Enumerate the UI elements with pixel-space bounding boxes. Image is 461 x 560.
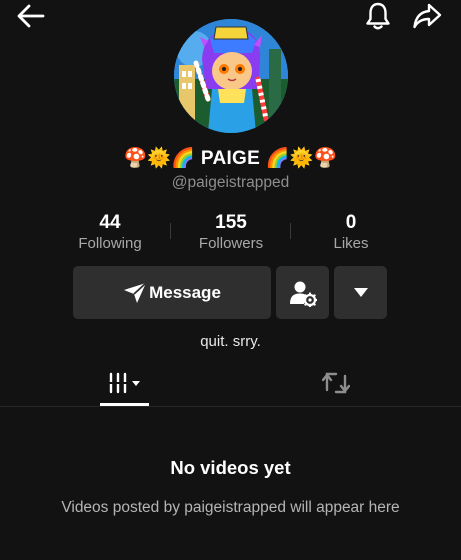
tab-videos[interactable] [100,360,150,406]
avatar[interactable] [174,19,288,133]
profile-stats: 44 Following 155 Followers 0 Likes [50,212,411,256]
back-arrow-icon [17,4,45,28]
likes-stat[interactable]: 0 Likes [291,212,411,254]
active-tab-indicator [100,403,149,406]
back-button[interactable] [14,2,48,30]
avatar-image [174,19,288,133]
followers-count: 155 [215,212,247,233]
profile-screen: 🍄🌞🌈 PAIGE 🌈🌞🍄 @paigeistrapped 44 Followi… [0,0,461,560]
username-handle: @paigeistrapped [171,174,290,191]
message-button-label: Message [149,282,221,302]
empty-state-subtitle: Videos posted by paigeistrapped will app… [61,499,400,516]
share-icon [413,3,442,29]
triangle-down-icon [353,288,368,297]
add-friend-button[interactable] [276,266,329,319]
profile-bio: quit. srry. [200,333,261,350]
repost-icon [322,372,350,394]
content-tabs [0,360,461,407]
person-gear-icon [289,281,317,307]
tab-reposts[interactable] [311,360,361,406]
share-button[interactable] [410,0,444,32]
likes-count: 0 [345,212,357,233]
following-stat[interactable]: 44 Following [50,212,170,254]
notifications-button[interactable] [362,0,394,32]
followers-label: Followers [198,235,264,252]
empty-state-title: No videos yet [170,457,291,478]
message-button[interactable]: Message [73,266,271,319]
following-label: Following [78,235,142,252]
grid-bars-icon [108,372,140,394]
following-count: 44 [99,212,121,233]
display-name: 🍄🌞🌈 PAIGE 🌈🌞🍄 [123,148,338,169]
likes-label: Likes [333,235,369,252]
paper-plane-icon [124,281,147,303]
more-options-button[interactable] [334,266,387,319]
followers-stat[interactable]: 155 Followers [171,212,291,254]
bell-icon [366,2,390,30]
